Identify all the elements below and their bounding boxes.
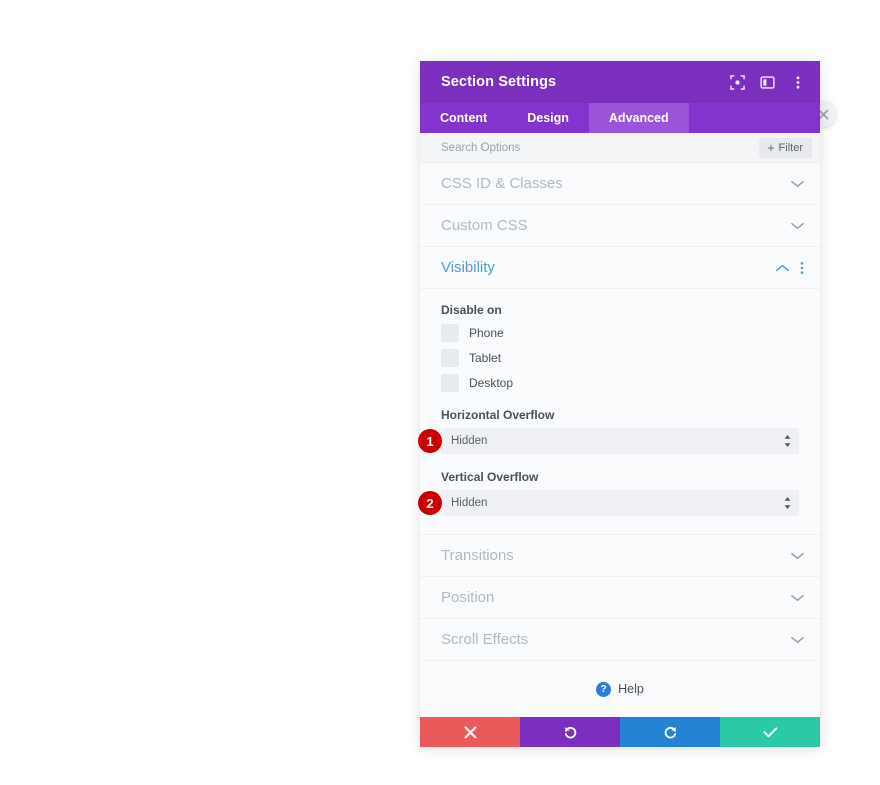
checkbox-label-tablet: Tablet [469,351,502,365]
checkbox-label-desktop: Desktop [469,376,514,390]
horizontal-overflow-field: Horizontal Overflow 1 Hidden [418,408,799,454]
chevron-down-icon [791,222,804,230]
plus-icon: + [767,140,775,155]
vertical-overflow-select[interactable]: Hidden [441,490,799,516]
close-x-icon [463,725,477,739]
checkbox-row-tablet[interactable]: Tablet [441,349,799,367]
section-title: Custom CSS [441,217,528,234]
undo-button[interactable] [520,717,620,747]
filter-button-label: Filter [778,141,803,154]
tab-design[interactable]: Design [507,103,589,133]
vertical-overflow-label: Vertical Overflow [441,470,539,484]
visibility-section-content: Disable on Phone Tablet Desktop Horizont… [418,289,820,535]
cancel-button[interactable] [420,717,520,747]
help-link-label[interactable]: Help [618,682,644,696]
section-settings-panel: Section Settings Content Design Advanced… [418,61,820,747]
panel-body: CSS ID & Classes Custom CSS Visibility D… [418,163,820,717]
horizontal-overflow-select[interactable]: Hidden [441,428,799,454]
search-input[interactable] [441,141,759,154]
kebab-menu-icon[interactable] [789,74,806,91]
checkbox-phone[interactable] [441,324,459,342]
checkbox-row-desktop[interactable]: Desktop [441,374,799,392]
chevron-down-icon [791,636,804,644]
section-visibility[interactable]: Visibility [420,247,820,289]
disable-on-label: Disable on [441,303,502,317]
section-scroll-effects[interactable]: Scroll Effects [420,619,820,661]
header-icon-group [729,74,806,91]
tab-bar: Content Design Advanced [420,103,820,133]
help-row[interactable]: ? Help [420,661,820,717]
redo-arrow-icon [664,726,676,738]
section-title: Transitions [441,547,514,564]
horizontal-overflow-select-wrap: 1 Hidden [418,428,799,454]
checkmark-icon [762,726,777,737]
checkbox-desktop[interactable] [441,374,459,392]
search-row: + Filter [420,133,820,163]
panel-footer [420,717,820,747]
checkbox-row-phone[interactable]: Phone [441,324,799,342]
section-transitions[interactable]: Transitions [420,535,820,577]
section-title: CSS ID & Classes [441,175,563,192]
checkbox-tablet[interactable] [441,349,459,367]
section-title: Position [441,589,495,606]
section-title: Scroll Effects [441,631,529,648]
redo-button[interactable] [620,717,720,747]
panel-layout-icon[interactable] [759,74,776,91]
checkbox-label-phone: Phone [469,326,504,340]
save-button[interactable] [720,717,820,747]
callout-badge-2: 2 [418,491,442,515]
chevron-down-icon [791,180,804,188]
vertical-overflow-field: Vertical Overflow 2 Hidden [418,470,799,516]
section-title: Visibility [441,259,495,276]
section-css-id-classes[interactable]: CSS ID & Classes [420,163,820,205]
chevron-up-icon [776,264,789,272]
callout-badge-1: 1 [418,429,442,453]
undo-arrow-icon [564,726,576,738]
section-position[interactable]: Position [420,577,820,619]
horizontal-overflow-label: Horizontal Overflow [441,408,555,422]
section-options-kebab-icon[interactable] [800,261,804,275]
focus-target-icon[interactable] [729,74,746,91]
vertical-overflow-value: Hidden [451,497,488,509]
section-custom-css[interactable]: Custom CSS [420,205,820,247]
filter-button[interactable]: + Filter [758,137,812,158]
tab-advanced[interactable]: Advanced [588,103,689,133]
panel-header: Section Settings [420,61,820,103]
vertical-overflow-select-wrap: 2 Hidden [418,490,799,516]
chevron-down-icon [791,594,804,602]
horizontal-overflow-value: Hidden [451,435,488,447]
tab-content[interactable]: Content [420,103,507,133]
help-question-icon[interactable]: ? [596,681,612,697]
page-title: Section Settings [441,74,557,90]
chevron-down-icon [791,552,804,560]
